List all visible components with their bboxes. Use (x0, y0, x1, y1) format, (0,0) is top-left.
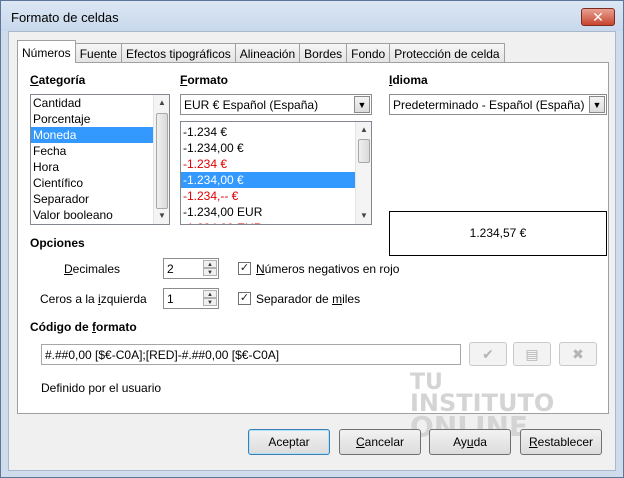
language-combo-value: Predeterminado - Español (España) (393, 98, 585, 112)
decimals-label: Decimales (64, 262, 121, 276)
close-button[interactable]: ✕ (581, 8, 615, 26)
user-defined-label: Definido por el usuario (41, 381, 162, 395)
chevron-down-icon[interactable]: ▼ (354, 96, 370, 113)
list-item[interactable]: -1.234,00 € (181, 140, 355, 156)
list-item[interactable]: Porcentaje (31, 111, 169, 127)
scroll-thumb[interactable] (156, 113, 168, 209)
spin-up-icon[interactable]: ▲ (203, 290, 217, 298)
format-preview: 1.234,57 € (389, 211, 607, 256)
format-list[interactable]: -1.234 € -1.234,00 € -1.234 € -1.234,00 € -1… (180, 121, 372, 225)
delete-icon[interactable]: ✖ (559, 342, 597, 366)
leading-zeros-value: 1 (167, 292, 174, 306)
format-scrollbar[interactable]: ▲ ▼ (355, 122, 371, 224)
tab-efectos-tipograficos[interactable]: Efectos tipográficos (121, 43, 236, 63)
language-combo[interactable]: Predeterminado - Español (España) ▼ (389, 94, 607, 115)
format-cells-dialog: Formato de celdas ✕ Números Fuente Efect… (0, 0, 624, 478)
list-item-selected[interactable]: Moneda (31, 127, 153, 143)
tab-proteccion-de-celda[interactable]: Protección de celda (389, 43, 505, 63)
tab-bordes[interactable]: Bordes (299, 43, 348, 63)
category-list[interactable]: Cantidad Porcentaje Moneda Fecha Hora Ci… (30, 94, 170, 225)
negative-red-label[interactable]: Números negativos en rojo (256, 262, 399, 276)
tab-fuente[interactable]: Fuente (74, 43, 123, 63)
format-code-input[interactable]: #.##0,00 [$€-C0A];[RED]-#.##0,00 [$€-C0A… (41, 344, 461, 365)
tab-bar: Números Fuente Efectos tipográficos Alin… (17, 40, 505, 63)
list-item[interactable]: -1.234,-- € (181, 188, 355, 204)
language-header: Idioma (389, 73, 428, 87)
tab-fondo[interactable]: Fondo (346, 43, 391, 63)
numbers-tab-panel: Categoría Cantidad Porcentaje Moneda Fec… (17, 62, 609, 441)
options-header: Opciones (30, 236, 85, 250)
tab-numeros[interactable]: Números (17, 40, 76, 63)
format-header: Formato (180, 73, 229, 87)
dialog-body: Números Fuente Efectos tipográficos Alin… (8, 31, 616, 471)
list-item[interactable]: Separador (31, 191, 169, 207)
checkmark-icon[interactable]: ✔ (469, 342, 507, 366)
negative-red-checkbox[interactable]: ✓ (238, 262, 251, 275)
title-bar: Formato de celdas ✕ (1, 1, 623, 31)
scroll-down-icon[interactable]: ▼ (356, 209, 371, 223)
thousands-separator-label[interactable]: Separador de miles (256, 292, 360, 306)
category-scrollbar[interactable]: ▲ ▼ (153, 95, 169, 224)
list-item[interactable]: Científico (31, 175, 169, 191)
currency-combo-value: EUR € Español (España) (184, 98, 319, 112)
cancel-button[interactable]: Cancelar (339, 429, 421, 455)
accept-button[interactable]: Aceptar (248, 429, 330, 455)
list-item[interactable]: Fecha (31, 143, 169, 159)
format-list-items: -1.234 € -1.234,00 € -1.234 € -1.234,00 € -1… (181, 122, 355, 224)
spin-up-icon[interactable]: ▲ (203, 260, 217, 268)
tab-alineacion[interactable]: Alineación (234, 43, 301, 63)
decimals-value: 2 (167, 262, 174, 276)
scroll-thumb[interactable] (358, 139, 370, 163)
list-item[interactable]: Cantidad (31, 95, 169, 111)
spin-down-icon[interactable]: ▼ (203, 298, 217, 306)
scroll-down-icon[interactable]: ▼ (154, 209, 169, 223)
list-item[interactable]: Valor booleano (31, 207, 169, 223)
spin-down-icon[interactable]: ▼ (203, 268, 217, 276)
help-button[interactable]: Ayuda (429, 429, 511, 455)
window-title: Formato de celdas (11, 10, 119, 25)
list-item[interactable]: -1.234 € (181, 156, 355, 172)
category-header: Categoría (30, 73, 86, 87)
list-item[interactable]: -1.234,00 EUR (181, 220, 355, 224)
list-item[interactable]: -1.234 € (181, 124, 355, 140)
decimals-spinbox[interactable]: 2 ▲ ▼ (163, 258, 219, 279)
thousands-separator-checkbox[interactable]: ✓ (238, 292, 251, 305)
list-item-selected[interactable]: -1.234,00 € (181, 172, 355, 188)
format-code-header: Código de formato (30, 320, 137, 334)
list-item[interactable]: -1.234,00 EUR (181, 204, 355, 220)
currency-combo[interactable]: EUR € Español (España) ▼ (180, 94, 372, 115)
clipboard-icon[interactable]: ▤ (513, 342, 551, 366)
list-item[interactable]: Hora (31, 159, 169, 175)
leading-zeros-spinbox[interactable]: 1 ▲ ▼ (163, 288, 219, 309)
scroll-up-icon[interactable]: ▲ (154, 96, 169, 110)
scroll-up-icon[interactable]: ▲ (356, 123, 371, 137)
chevron-down-icon[interactable]: ▼ (589, 96, 605, 113)
leading-zeros-label: Ceros a la izquierda (40, 292, 147, 306)
reset-button[interactable]: Restablecer (520, 429, 602, 455)
